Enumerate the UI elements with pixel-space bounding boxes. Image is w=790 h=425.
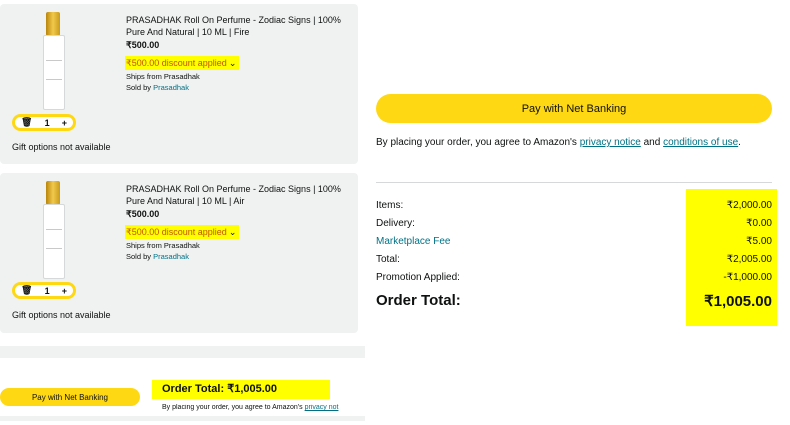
- discount-badge[interactable]: ₹500.00 discount applied ⌄: [125, 225, 240, 239]
- privacy-notice-link[interactable]: privacy notice: [580, 137, 641, 148]
- delivery-label: Delivery:: [376, 218, 415, 229]
- chevron-down-icon: ⌄: [228, 58, 237, 68]
- agreement-and: and: [643, 137, 661, 148]
- sold-by: Sold by Prasadhak: [126, 82, 351, 93]
- order-total-label: Order Total:: [376, 292, 461, 309]
- seller-link[interactable]: Prasadhak: [153, 83, 189, 92]
- total-value: ₹2,005.00: [726, 254, 772, 265]
- conditions-of-use-link[interactable]: conditions of use: [663, 137, 738, 148]
- marketplace-fee-link[interactable]: Marketplace Fee: [376, 236, 596, 247]
- quantity-stepper: 🗑 1 +: [12, 282, 76, 299]
- bottle-body-shape: [43, 204, 65, 279]
- bottom-checkout-panel: Pay with Net Banking Order Total: ₹1,005…: [0, 358, 365, 416]
- product-price: ₹500.00: [126, 40, 160, 50]
- order-total-value: ₹1,005.00: [704, 293, 772, 310]
- order-total-bottom: Order Total: ₹1,005.00: [152, 380, 330, 399]
- bottle-body-shape: [43, 35, 65, 110]
- bottle-label-shape: [46, 60, 62, 80]
- sold-by: Sold by Prasadhak: [126, 251, 351, 262]
- total-label: Total:: [376, 254, 400, 265]
- discount-badge[interactable]: ₹500.00 discount applied ⌄: [125, 56, 240, 70]
- promotion-label: Promotion Applied:: [376, 272, 460, 283]
- product-title[interactable]: PRASADHAK Roll On Perfume - Zodiac Signs…: [126, 183, 351, 207]
- product-price: ₹500.00: [126, 209, 160, 219]
- bottle-label-shape: [46, 229, 62, 249]
- agreement-text-bottom: By placing your order, you agree to Amaz…: [162, 404, 362, 411]
- privacy-notice-link[interactable]: privacy not: [305, 404, 339, 411]
- cart-item-card: PRASADHAK Roll On Perfume - Zodiac Signs…: [0, 4, 358, 164]
- item-details: PRASADHAK Roll On Perfume - Zodiac Signs…: [125, 183, 351, 262]
- agreement-period: .: [738, 137, 741, 148]
- agreement-prefix: By placing your order, you agree to Amaz…: [376, 137, 577, 148]
- items-value: ₹2,000.00: [726, 200, 772, 211]
- ships-from: Ships from Prasadhak: [126, 241, 200, 250]
- bottle-cap-shape: [46, 12, 60, 36]
- trash-icon[interactable]: 🗑: [21, 117, 32, 128]
- order-total-label: Order Total:: [162, 383, 225, 395]
- sold-by-label: Sold by: [126, 83, 152, 92]
- quantity-value: 1: [44, 285, 50, 296]
- promotion-value: -₹1,000.00: [723, 272, 772, 283]
- agreement-prefix: By placing your order, you agree to Amaz…: [162, 404, 303, 411]
- product-title[interactable]: PRASADHAK Roll On Perfume - Zodiac Signs…: [126, 14, 351, 38]
- cart-item-card: PRASADHAK Roll On Perfume - Zodiac Signs…: [0, 173, 358, 333]
- quantity-stepper: 🗑 1 +: [12, 114, 76, 131]
- item-details: PRASADHAK Roll On Perfume - Zodiac Signs…: [125, 14, 351, 93]
- trash-icon[interactable]: 🗑: [21, 285, 32, 296]
- order-total-value: ₹1,005.00: [227, 383, 278, 395]
- bottom-checkout-bar: Pay with Net Banking Order Total: ₹1,005…: [0, 346, 365, 421]
- items-label: Items:: [376, 200, 404, 211]
- seller-link[interactable]: Prasadhak: [153, 252, 189, 261]
- bottle-cap-shape: [46, 181, 60, 205]
- sold-by-label: Sold by: [126, 252, 152, 261]
- gift-options-text: Gift options not available: [12, 310, 111, 320]
- ships-from: Ships from Prasadhak: [126, 72, 200, 81]
- discount-text: ₹500.00 discount applied: [126, 227, 227, 237]
- delivery-value: ₹0.00: [746, 218, 772, 229]
- pay-net-banking-button-bottom[interactable]: Pay with Net Banking: [0, 388, 140, 406]
- plus-icon[interactable]: +: [62, 286, 67, 296]
- quantity-value: 1: [44, 117, 50, 128]
- plus-icon[interactable]: +: [62, 118, 67, 128]
- agreement-text: By placing your order, you agree to Amaz…: [376, 136, 776, 150]
- gift-options-text: Gift options not available: [12, 142, 111, 152]
- marketplace-fee-value: ₹5.00: [746, 236, 772, 247]
- discount-text: ₹500.00 discount applied: [126, 58, 227, 68]
- product-image[interactable]: [38, 12, 68, 110]
- summary-divider: [376, 182, 772, 183]
- product-image[interactable]: [38, 181, 68, 279]
- pay-net-banking-button[interactable]: Pay with Net Banking: [376, 94, 772, 123]
- chevron-down-icon: ⌄: [228, 227, 237, 237]
